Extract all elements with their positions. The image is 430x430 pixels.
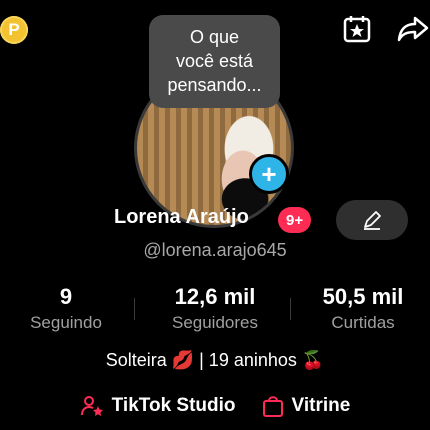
coin-label: P bbox=[8, 20, 20, 39]
profile-links: TikTok Studio Vitrine bbox=[0, 394, 430, 418]
profile-page: P O que você está pensando... + Lorena A… bbox=[0, 0, 430, 430]
notification-badge[interactable]: 9+ bbox=[278, 207, 312, 233]
vitrine-label: Vitrine bbox=[291, 395, 351, 416]
add-photo-button[interactable]: + bbox=[249, 154, 289, 194]
tiktok-studio-link[interactable]: TikTok Studio bbox=[80, 394, 236, 418]
plus-icon: + bbox=[261, 159, 277, 189]
profile-bio: Solteira 💋 | 19 aninhos 🍒 bbox=[105, 350, 325, 370]
stat-following[interactable]: 9 Seguindo bbox=[16, 284, 116, 336]
stat-followers[interactable]: 12,6 mil Seguidores bbox=[150, 284, 280, 336]
stat-likes[interactable]: 50,5 mil Curtidas bbox=[304, 284, 422, 336]
stat-following-value: 9 bbox=[59, 284, 73, 309]
stat-following-label: Seguindo bbox=[30, 313, 102, 332]
calendar-star-icon[interactable] bbox=[340, 12, 374, 46]
tiktok-studio-label: TikTok Studio bbox=[111, 395, 236, 416]
vitrine-link[interactable]: Vitrine bbox=[262, 394, 351, 418]
share-icon[interactable] bbox=[396, 12, 430, 46]
thought-bubble[interactable]: O que você está pensando... bbox=[149, 15, 280, 108]
user-star-icon bbox=[80, 396, 103, 416]
bubble-line-1: O que bbox=[189, 27, 240, 47]
stat-followers-value: 12,6 mil bbox=[174, 284, 256, 309]
stat-divider bbox=[290, 298, 291, 320]
stat-likes-value: 50,5 mil bbox=[322, 284, 404, 309]
stat-divider bbox=[134, 298, 135, 320]
edit-profile-button[interactable] bbox=[336, 200, 408, 240]
pencil-icon bbox=[364, 211, 381, 230]
coin-icon[interactable]: P bbox=[0, 16, 28, 44]
bubble-line-2: você está bbox=[175, 51, 254, 71]
stat-followers-label: Seguidores bbox=[171, 313, 258, 332]
profile-name: Lorena Araújo bbox=[114, 206, 249, 228]
stat-likes-label: Curtidas bbox=[331, 313, 395, 332]
bubble-line-3: pensando... bbox=[167, 75, 262, 95]
shopping-bag-icon bbox=[262, 396, 283, 417]
profile-handle: @lorena.arajo645 bbox=[143, 240, 287, 260]
